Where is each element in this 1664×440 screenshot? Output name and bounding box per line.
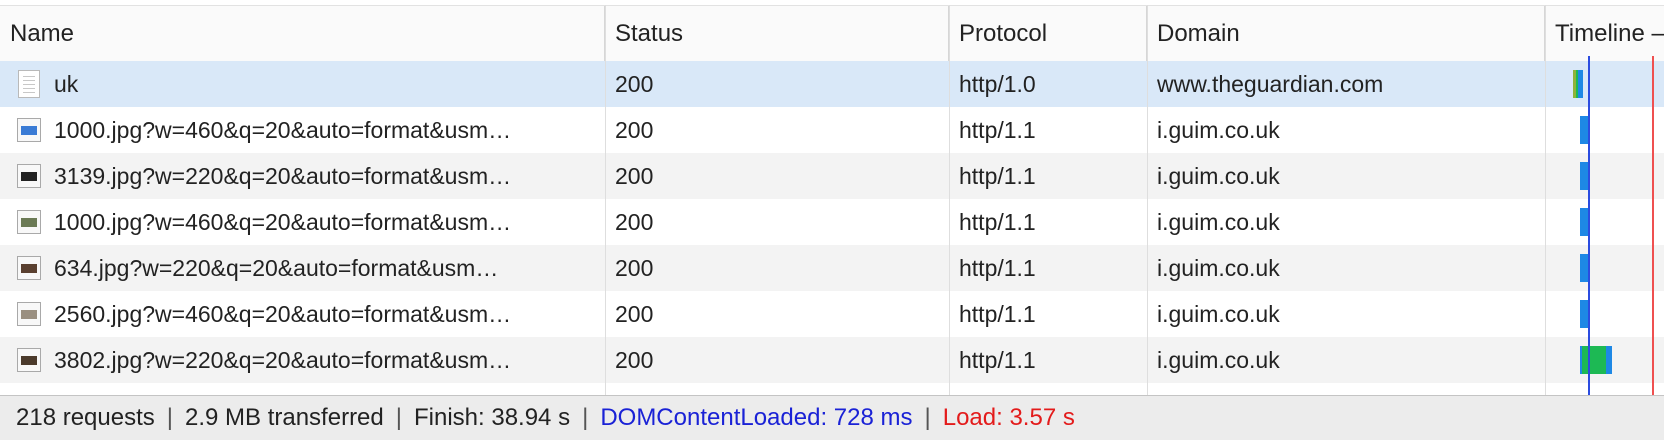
- cell-protocol: http/1.1: [959, 347, 1036, 373]
- finish-time: Finish: 38.94 s: [413, 404, 571, 431]
- cell-domain: i.guim.co.uk: [1157, 347, 1280, 373]
- table-row[interactable]: 1000.jpg?w=460&q=20&auto=format&usm… 200 h…: [0, 107, 1664, 153]
- column-divider: [1545, 5, 1546, 395]
- cell-domain: i.guim.co.uk: [1157, 117, 1280, 143]
- cell-status: 200: [615, 301, 654, 327]
- dom-content-loaded-time: DOMContentLoaded: 728 ms: [600, 404, 913, 431]
- timeline-bar: [1580, 346, 1612, 374]
- column-divider: [949, 5, 950, 395]
- cell-protocol: http/1.1: [959, 255, 1036, 281]
- cell-name: uk: [54, 71, 79, 97]
- table-row[interactable]: 3139.jpg?w=220&q=20&auto=format&usm… 200 h…: [0, 153, 1664, 199]
- table-header: Name Status Protocol Domain Timeline –: [0, 5, 1664, 62]
- load-time: Load: 3.57 s: [942, 404, 1075, 431]
- table-row[interactable]: 3802.jpg?w=220&q=20&auto=format&usm… 200 h…: [0, 337, 1664, 383]
- cell-name: 634.jpg?w=220&q=20&auto=format&usm…: [54, 255, 499, 281]
- cell-protocol: http/1.1: [959, 163, 1036, 189]
- table-row[interactable]: 634.jpg?w=220&q=20&auto=format&usm… 200 ht…: [0, 245, 1664, 291]
- table-row[interactable]: uk 200 http/1.0 www.theguardian.com: [0, 61, 1664, 107]
- cell-name: 2560.jpg?w=460&q=20&auto=format&usm…: [54, 301, 512, 327]
- transferred-size: 2.9 MB transferred: [185, 404, 384, 431]
- cell-name: 1000.jpg?w=460&q=20&auto=format&usm…: [54, 209, 512, 235]
- dom-content-loaded-marker: [1588, 56, 1590, 396]
- cell-protocol: http/1.0: [959, 71, 1036, 97]
- cell-status: 200: [615, 117, 654, 143]
- requests-count: 218 requests: [16, 404, 155, 431]
- timeline-bar: [1580, 116, 1588, 144]
- load-marker: [1652, 56, 1654, 396]
- timeline-bar: [1573, 70, 1583, 98]
- column-header-protocol[interactable]: Protocol: [949, 6, 1147, 61]
- cell-status: 200: [615, 71, 654, 97]
- timeline-bar: [1580, 162, 1588, 190]
- timeline-bar: [1580, 254, 1588, 282]
- cell-domain: i.guim.co.uk: [1157, 255, 1280, 281]
- cell-name: 3139.jpg?w=220&q=20&auto=format&usm…: [54, 163, 512, 189]
- cell-domain: i.guim.co.uk: [1157, 301, 1280, 327]
- cell-name: 1000.jpg?w=460&q=20&auto=format&usm…: [54, 117, 512, 143]
- status-bar: 218 requests | 2.9 MB transferred | Finish: …: [0, 395, 1664, 440]
- cell-status: 200: [615, 255, 654, 281]
- cell-domain: i.guim.co.uk: [1157, 209, 1280, 235]
- timeline-bar: [1580, 208, 1588, 236]
- cell-status: 200: [615, 163, 654, 189]
- timeline-bar: [1580, 300, 1588, 328]
- table-row[interactable]: 2560.jpg?w=460&q=20&auto=format&usm… 200 h…: [0, 291, 1664, 337]
- cell-status: 200: [615, 209, 654, 235]
- table-row[interactable]: 1000.jpg?w=460&q=20&auto=format&usm… 200 h…: [0, 199, 1664, 245]
- cell-protocol: http/1.1: [959, 209, 1036, 235]
- cell-domain: i.guim.co.uk: [1157, 163, 1280, 189]
- cell-protocol: http/1.1: [959, 117, 1036, 143]
- cell-domain: www.theguardian.com: [1157, 71, 1384, 97]
- column-header-status[interactable]: Status: [605, 6, 949, 61]
- column-divider: [605, 5, 606, 395]
- cell-status: 200: [615, 347, 654, 373]
- column-header-timeline[interactable]: Timeline –: [1545, 6, 1664, 61]
- column-header-name[interactable]: Name: [0, 6, 605, 61]
- column-divider: [1147, 5, 1148, 395]
- column-header-domain[interactable]: Domain: [1147, 6, 1545, 61]
- cell-name: 3802.jpg?w=220&q=20&auto=format&usm…: [54, 347, 512, 373]
- cell-protocol: http/1.1: [959, 301, 1036, 327]
